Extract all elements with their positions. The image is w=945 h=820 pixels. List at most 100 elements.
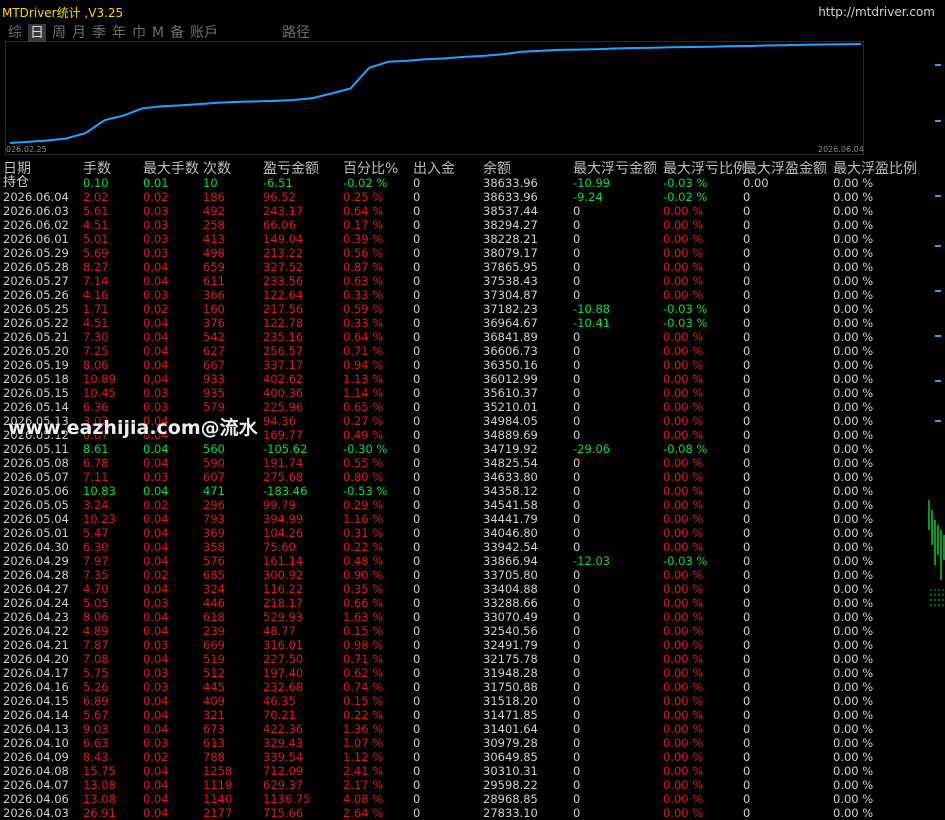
tab-10[interactable]: 路径 (282, 24, 310, 42)
cell-max-float-loss-pct: 0.00 % (663, 456, 704, 470)
cell-max-float-profit-pct: 0.00 % (833, 540, 874, 554)
tab-7[interactable]: M (152, 24, 164, 42)
cell-pct: 0.56 % (343, 246, 384, 260)
cell-lots: 5.67 (83, 708, 109, 722)
table-row[interactable]: 2026.04.10 6.63 0.03 613 329.43 1.07 % 0 30979.… (3, 736, 933, 750)
table-row[interactable]: 2026.05.29 5.69 0.03 498 213.22 0.56 % 0 38079.… (3, 246, 933, 260)
cell-date: 2026.04.30 (3, 540, 69, 554)
table-row[interactable]: 2026.04.16 5.26 0.03 445 232.68 0.74 % 0 31750.… (3, 680, 933, 694)
cell-max-float-profit: 0 (743, 330, 751, 344)
cell-trades: 673 (203, 722, 225, 736)
table-row[interactable]: 2026.05.20 7.25 0.04 627 256.57 0.71 % 0 36606.… (3, 344, 933, 358)
table-row[interactable]: 2026.05.01 5.47 0.04 369 104.26 0.31 % 0 34046.… (3, 526, 933, 540)
table-row[interactable]: 2026.04.08 15.75 0.04 1258 712.09 2.41 % 0 3031… (3, 764, 933, 778)
cell-max-float-profit-pct: 0.00 % (833, 274, 874, 288)
cell-max-float-loss-pct: 0.00 % (663, 652, 704, 666)
cell-pnl: 122.78 (263, 316, 304, 330)
cell-lots: 9.03 (83, 722, 109, 736)
table-row[interactable]: 2026.04.17 5.75 0.03 512 197.40 0.62 % 0 31948.… (3, 666, 933, 680)
table-row[interactable]: 2026.04.24 5.05 0.03 446 218.17 0.66 % 0 33288.… (3, 596, 933, 610)
table-row[interactable]: 2026.04.06 13.08 0.04 1140 1136.75 4.08 % 0 289… (3, 792, 933, 806)
col-header-8: 最大浮亏金额 (573, 161, 657, 177)
cell-pct: 2.41 % (343, 764, 384, 778)
cell-trades: 627 (203, 344, 225, 358)
cell-balance: 33070.49 (483, 610, 538, 624)
table-row[interactable]: 2026.05.26 4.16 0.03 366 122.64 0.33 % 0 37304.… (3, 288, 933, 302)
table-row[interactable]: 2026.05.07 7.11 0.03 607 275.68 0.80 % 0 34633.… (3, 470, 933, 484)
table-row[interactable]: 2026.06.04 2.02 0.02 186 96.52 0.25 % 0 38633.9… (3, 190, 933, 204)
cell-balance: 33288.66 (483, 596, 538, 610)
table-row[interactable]: 2026.05.22 4.51 0.04 376 122.78 0.33 % 0 36964.… (3, 316, 933, 330)
table-row[interactable]: 2026.05.28 8.27 0.04 659 327.52 0.87 % 0 37865.… (3, 260, 933, 274)
table-row[interactable]: 2026.04.27 4.70 0.04 324 116.22 0.35 % 0 33404.… (3, 582, 933, 596)
cell-max-float-loss: 0 (573, 484, 581, 498)
table-row[interactable]: 2026.05.11 8.61 0.04 560 -105.62 -0.30 % 0 3471… (3, 442, 933, 456)
cell-balance: 31471.85 (483, 708, 538, 722)
table-row[interactable]: 2026.05.21 7.30 0.04 542 235.16 0.64 % 0 36841.… (3, 330, 933, 344)
cell-cashflow: 0 (413, 260, 421, 274)
table-row[interactable]: 2026.06.01 5.01 0.03 413 149.04 0.39 % 0 38228.… (3, 232, 933, 246)
cell-max-float-profit-pct: 0.00 % (833, 176, 874, 190)
cell-max-float-loss: 0 (573, 246, 581, 260)
table-row[interactable]: 2026.06.02 4.51 0.03 258 66.06 0.17 % 0 38294.2… (3, 218, 933, 232)
tab-1[interactable]: 日 (28, 24, 46, 42)
table-row[interactable]: 2026.04.07 13.08 0.04 1119 629.37 2.17 % 0 2959… (3, 778, 933, 792)
table-row[interactable]: 2026.04.15 6.89 0.04 409 46.35 0.15 % 0 31518.2… (3, 694, 933, 708)
table-row[interactable]: 2026.05.25 1.71 0.02 160 217.56 0.59 % 0 37182.… (3, 302, 933, 316)
tab-8[interactable]: 备 (170, 24, 184, 42)
table-row[interactable]: 2026.04.03 26.91 0.04 2177 715.66 2.64 % 0 2783… (3, 806, 933, 820)
table-row[interactable]: 2026.04.23 8.06 0.04 618 529.93 1.63 % 0 33070.… (3, 610, 933, 624)
cell-max-float-loss-pct: 0.00 % (663, 540, 704, 554)
tab-4[interactable]: 季 (92, 24, 106, 42)
table-row[interactable]: 2026.05.15 10.45 0.03 935 400.36 1.14 % 0 35610… (3, 386, 933, 400)
website-link[interactable]: http://mtdriver.com (818, 5, 935, 19)
table-row[interactable]: 2026.05.19 8.06 0.04 667 337.17 0.94 % 0 36350.… (3, 358, 933, 372)
tab-5[interactable]: 年 (112, 24, 126, 42)
table-row[interactable]: 2026.05.05 3.24 0.02 296 99.79 0.29 % 0 34541.5… (3, 498, 933, 512)
cell-max-float-profit: 0 (743, 694, 751, 708)
cell-pnl: 235.16 (263, 330, 304, 344)
table-row[interactable]: 持仓 0.10 0.01 10 -6.51 -0.02 % 0 38633.96 -10.99 -… (3, 176, 933, 191)
cell-pnl: 629.37 (263, 778, 304, 792)
table-row[interactable]: 2026.05.04 10.23 0.04 793 394.99 1.16 % 0 34441… (3, 512, 933, 526)
table-row[interactable]: 2026.04.29 7.97 0.04 576 161.14 0.48 % 0 33866.… (3, 554, 933, 568)
tab-6[interactable]: 巾 (132, 24, 146, 42)
cell-lots: 6.30 (83, 540, 109, 554)
table-row[interactable]: 2026.06.03 5.61 0.03 492 243.17 0.64 % 0 38537.… (3, 204, 933, 218)
table-row[interactable]: 2026.04.30 6.30 0.04 358 75.60 0.22 % 0 33942.5… (3, 540, 933, 554)
table-row[interactable]: 2026.04.28 7.35 0.02 685 300.92 0.90 % 0 33705.… (3, 568, 933, 582)
cell-balance: 32540.56 (483, 624, 538, 638)
tab-0[interactable]: 综 (8, 24, 22, 42)
cell-pnl: -183.46 (263, 484, 308, 498)
cell-max-float-loss: 0 (573, 526, 581, 540)
table-row[interactable]: 2026.04.21 7.87 0.03 669 316.01 0.98 % 0 32491.… (3, 638, 933, 652)
cell-lots: 13.08 (83, 778, 116, 792)
table-row[interactable]: 2026.05.14 6.36 0.03 579 225.96 0.65 % 0 35210.… (3, 400, 933, 414)
table-row[interactable]: 2026.04.20 7.08 0.04 519 227.50 0.71 % 0 32175.… (3, 652, 933, 666)
table-row[interactable]: 2026.04.14 5.67 0.04 321 70.21 0.22 % 0 31471.8… (3, 708, 933, 722)
table-row[interactable]: 2026.04.09 8.43 0.02 788 339.54 1.12 % 0 30649.… (3, 750, 933, 764)
cell-pct: 0.25 % (343, 190, 384, 204)
table-header: 日期 手数 最大手数 次数 盈亏金额 百分比% 出入金 余额 最大浮亏金额 最大浮亏比例 最大浮盈金… (3, 158, 933, 177)
table-row[interactable]: 2026.05.27 7.14 0.04 611 233.56 0.63 % 0 37538.… (3, 274, 933, 288)
tab-9[interactable]: 账戶 (190, 24, 218, 42)
cell-max-float-loss: 0 (573, 666, 581, 680)
table-row[interactable]: 2026.05.18 10.89 0.04 933 402.62 1.13 % 0 36012… (3, 372, 933, 386)
cell-pct: 0.48 % (343, 554, 384, 568)
cell-max-float-profit: 0 (743, 288, 751, 302)
cell-max-lots: 0.04 (143, 554, 169, 568)
table-row[interactable]: 2026.04.13 9.03 0.04 673 422.36 1.36 % 0 31401.… (3, 722, 933, 736)
cell-cashflow: 0 (413, 330, 421, 344)
cell-trades: 160 (203, 302, 225, 316)
cell-pct: 0.65 % (343, 400, 384, 414)
table-row[interactable]: 2026.05.08 6.78 0.04 590 191.74 0.55 % 0 34825.… (3, 456, 933, 470)
tab-3[interactable]: 月 (72, 24, 86, 42)
cell-pct: 0.71 % (343, 652, 384, 666)
cell-max-float-profit: 0 (743, 372, 751, 386)
cell-date: 2026.04.24 (3, 596, 69, 610)
vertical-scrollbar[interactable] (933, 40, 943, 813)
cell-trades: 324 (203, 582, 225, 596)
tab-2[interactable]: 周 (52, 24, 66, 42)
table-row[interactable]: 2026.04.22 4.89 0.04 239 48.77 0.15 % 0 32540.5… (3, 624, 933, 638)
table-row[interactable]: 2026.05.06 10.83 0.04 471 -183.46 -0.53 % 0 343… (3, 484, 933, 498)
